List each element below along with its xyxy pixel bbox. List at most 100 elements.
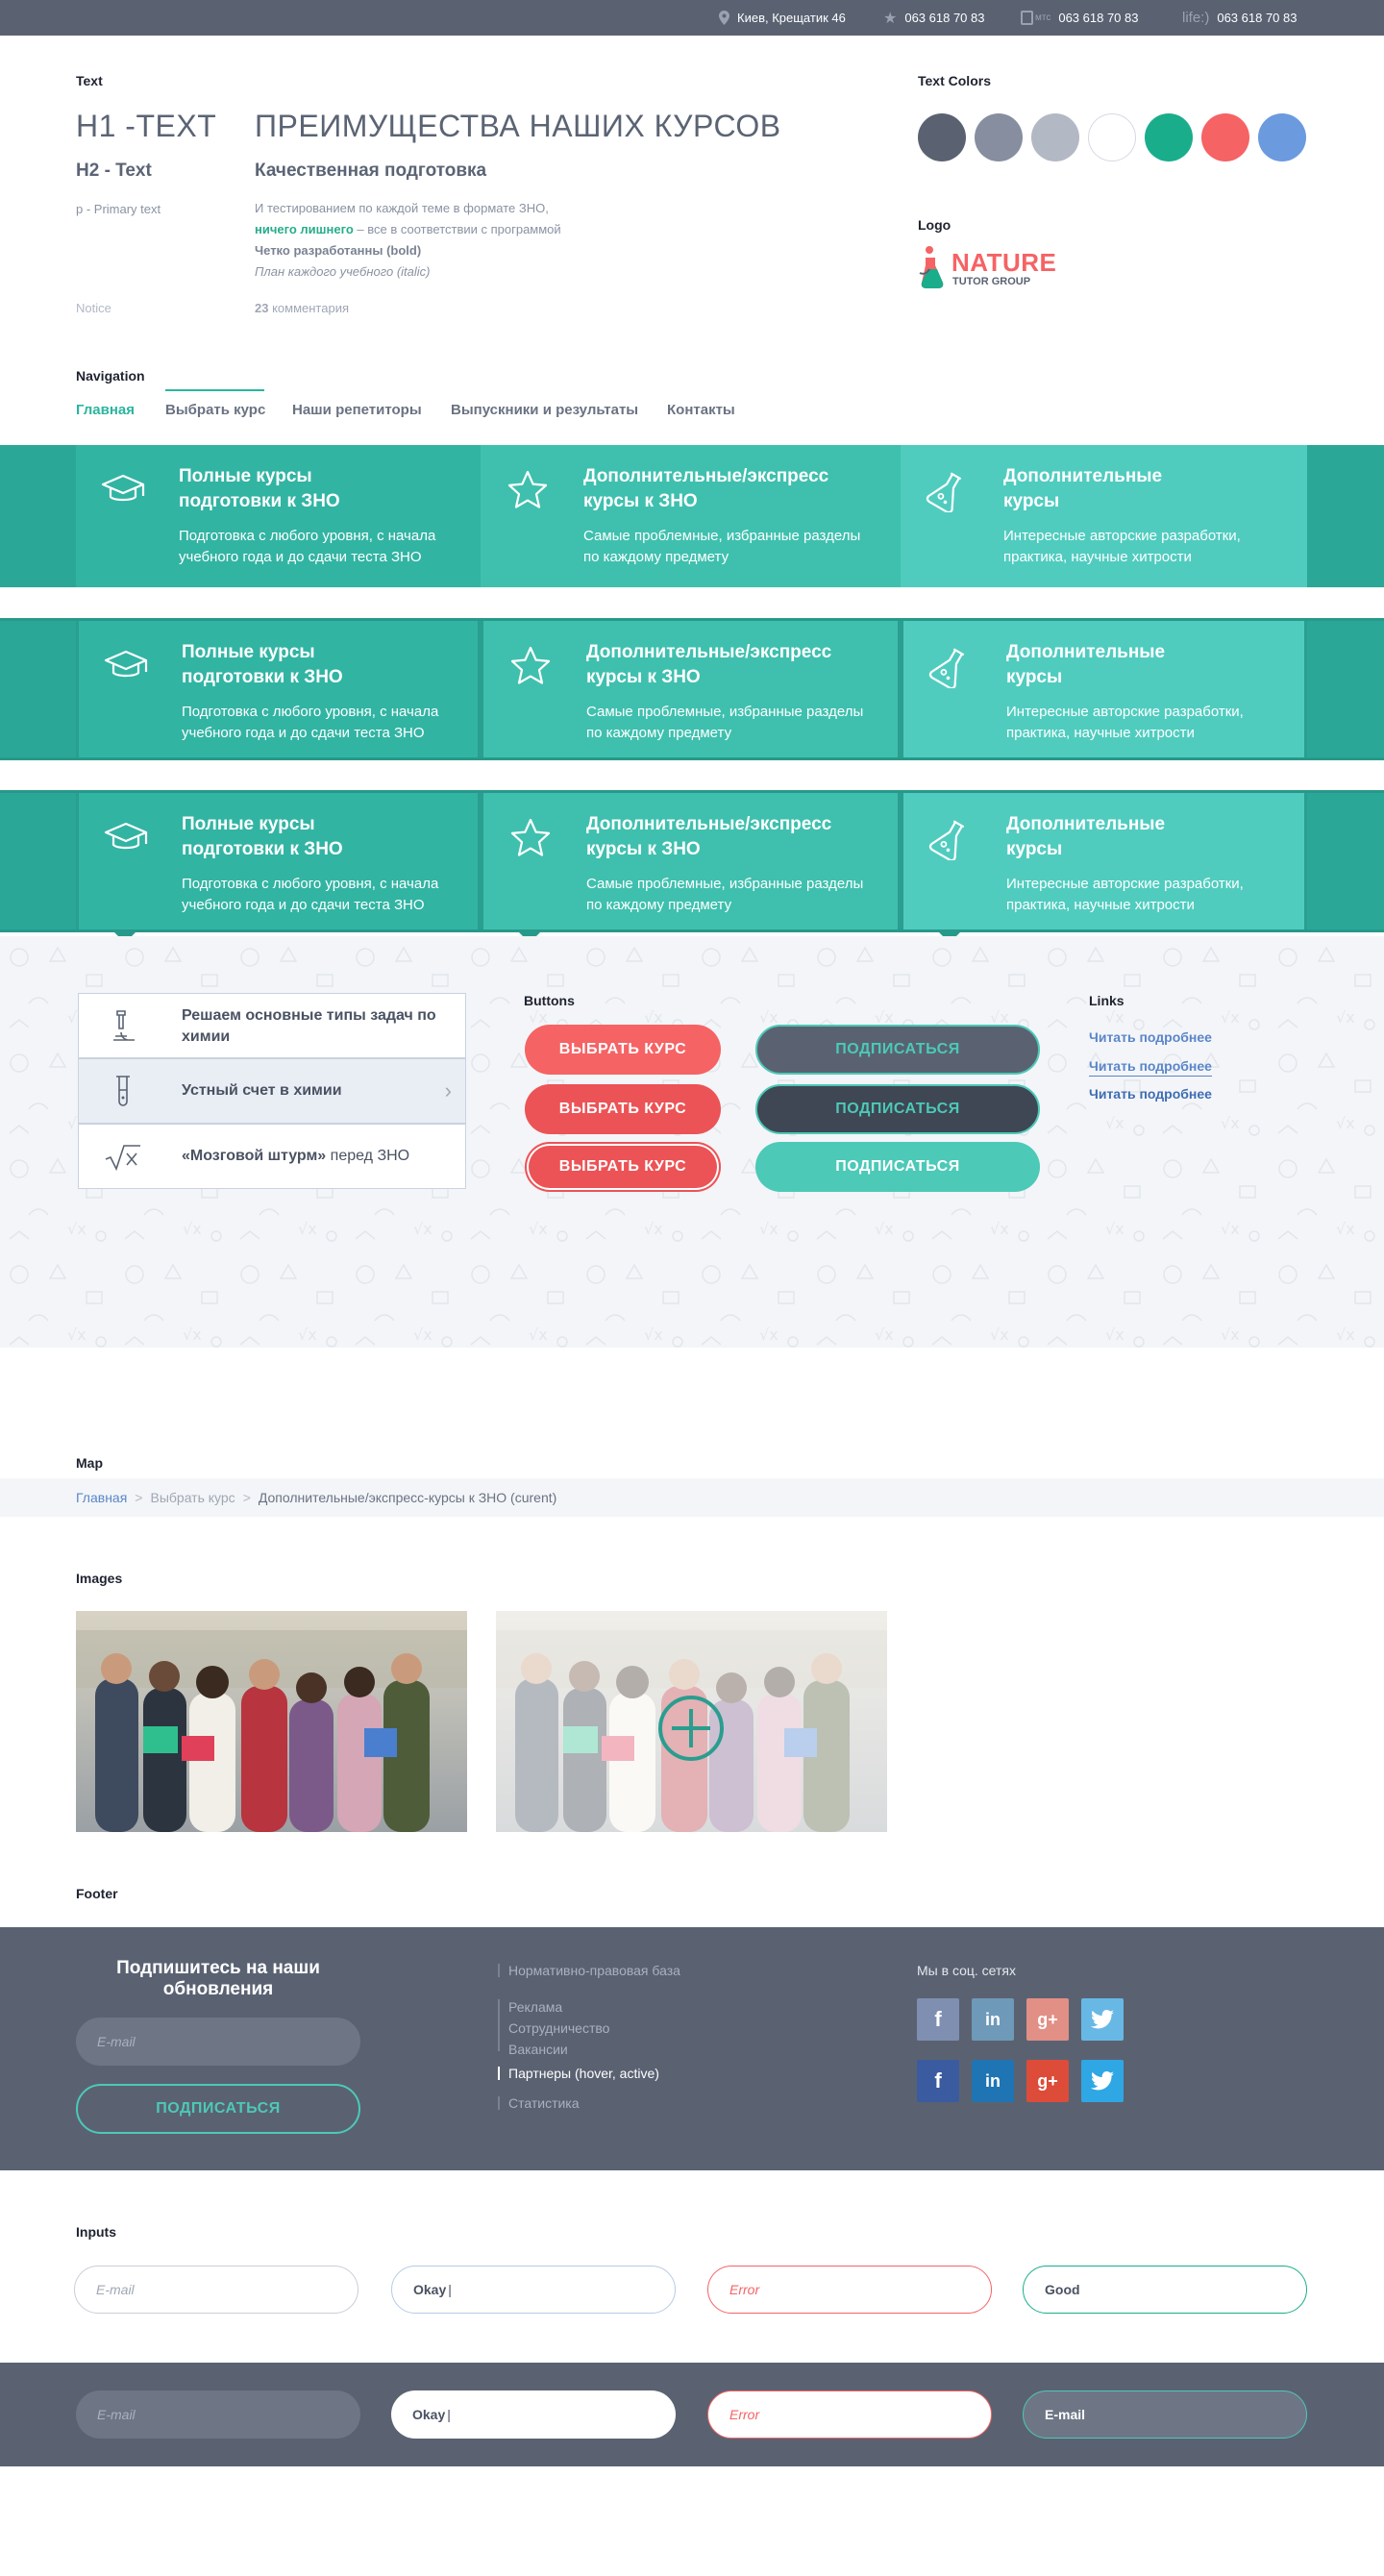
list-item-text: «Мозговой штурм» перед ЗНО: [182, 1146, 409, 1167]
feature-card[interactable]: Полные курсы подготовки к ЗНО Подготовка …: [76, 793, 481, 943]
choose-course-button-active[interactable]: ВЫБРАТЬ КУРС: [525, 1142, 721, 1192]
p-line: И тестированием по каждой теме в формате…: [255, 201, 549, 215]
address-text: Киев, Крещатик 46: [737, 11, 846, 25]
phone-number: 063 618 70 83: [904, 11, 985, 25]
logo-name: NATURE: [952, 248, 1057, 277]
linkedin-icon-active[interactable]: in: [972, 2060, 1014, 2102]
h2-label: H2 - Text: [76, 161, 152, 181]
kyivstar-icon: ★: [883, 10, 898, 27]
students-photo-hover[interactable]: [496, 1611, 887, 1832]
list-item-mental-math[interactable]: Устный счет в химии ›: [78, 1058, 466, 1124]
breadcrumb-home[interactable]: Главная: [76, 1490, 127, 1505]
star-icon: [510, 646, 551, 684]
features-band: Полные курсы подготовки к ЗНО Подготовка …: [0, 790, 1384, 943]
twitter-icon[interactable]: [1081, 1998, 1124, 2041]
feature-card[interactable]: Дополнительные/экспресс курсы к ЗНО Самые…: [481, 621, 901, 757]
footer-link-vacancies[interactable]: Вакансии: [508, 2042, 568, 2057]
feature-card[interactable]: Дополнительные/экспресс курсы к ЗНО Самые…: [481, 793, 901, 943]
google-plus-icon-active[interactable]: g+: [1026, 2060, 1069, 2102]
phone-2[interactable]: мтс 063 618 70 83: [1021, 0, 1138, 36]
footer-email-input[interactable]: E-mail: [76, 2018, 360, 2066]
phone-1[interactable]: ★ 063 618 70 83: [883, 0, 984, 36]
facebook-icon[interactable]: f: [917, 1998, 959, 2041]
footer-subscribe-button[interactable]: ПОДПИСАТЬСЯ: [76, 2084, 360, 2134]
notice-sample: 23 комментария: [255, 301, 349, 315]
feature-card[interactable]: Полные курсы подготовки к ЗНО Подготовка …: [76, 445, 481, 587]
feature-card[interactable]: Дополнительные курсы Интересные авторские…: [901, 445, 1307, 587]
logo-flask-icon: [919, 246, 944, 288]
twitter-bird-icon: [1091, 2010, 1114, 2029]
subscribe-button[interactable]: ПОДПИСАТЬСЯ: [755, 1025, 1040, 1075]
graduation-cap-icon: [104, 822, 148, 850]
p-label: p - Primary text: [76, 202, 161, 216]
nav-item-graduates[interactable]: Выпускники и результаты: [451, 402, 638, 418]
footer: Подпишитесь на наши обновления E-mail ПО…: [0, 1927, 1384, 2170]
p-line-rest: – все в соответствии с программой: [353, 222, 561, 236]
color-swatch: [1031, 113, 1079, 161]
feature-card[interactable]: Дополнительные курсы Интересные авторские…: [901, 793, 1307, 943]
dark-email-input-typing[interactable]: Okay |: [391, 2390, 676, 2439]
flask-icon: [928, 648, 965, 688]
twitter-icon-active[interactable]: [1081, 2060, 1124, 2102]
email-input-typing[interactable]: Okay |: [391, 2266, 676, 2314]
color-swatch: [1258, 113, 1306, 161]
graduation-cap-icon: [104, 650, 148, 678]
choose-course-button[interactable]: ВЫБРАТЬ КУРС: [525, 1025, 721, 1075]
nav-item-tutors[interactable]: Наши репетиторы: [292, 402, 422, 418]
subscribe-title: Подпишитесь на наши обновления: [116, 1958, 320, 1999]
operator-label: мтс: [1035, 12, 1051, 23]
nav-item-contacts[interactable]: Контакты: [667, 402, 735, 418]
linkedin-icon[interactable]: in: [972, 1998, 1014, 2041]
footer-link-cooperation[interactable]: Сотрудничество: [508, 2020, 609, 2036]
feature-title: Дополнительные/экспресс курсы к ЗНО: [586, 814, 832, 859]
dark-email-input-error[interactable]: Error: [707, 2390, 992, 2439]
footer-link-ads[interactable]: Реклама: [508, 1999, 562, 2015]
list-item-brainstorm[interactable]: «Мозговой штурм» перед ЗНО: [78, 1124, 466, 1189]
footer-title: Footer: [76, 1886, 118, 1901]
subscribe-button-hover[interactable]: ПОДПИСАТЬСЯ: [755, 1084, 1040, 1134]
logo[interactable]: NATURE TUTOR GROUP: [918, 240, 1081, 294]
feature-card[interactable]: Полные курсы подготовки к ЗНО Подготовка …: [76, 621, 481, 757]
footer-link-legal[interactable]: Нормативно-правовая база: [508, 1963, 680, 1978]
students-photo[interactable]: [76, 1611, 467, 1832]
footer-link-stats[interactable]: Статистика: [508, 2095, 580, 2111]
star-icon: [507, 470, 548, 508]
graduation-cap-icon: [101, 474, 145, 502]
footer-link-partners[interactable]: Партнеры (hover, active): [508, 2066, 659, 2081]
list-item-task-types[interactable]: Решаем основные типы задач по химии: [78, 993, 466, 1058]
dark-email-input-good[interactable]: E-mail: [1023, 2390, 1307, 2439]
features-band: Полные курсы подготовки к ЗНО Подготовка …: [0, 618, 1384, 760]
phone-3[interactable]: life:) 063 618 70 83: [1182, 0, 1297, 36]
read-more-link[interactable]: Читать подробнее: [1089, 1029, 1212, 1045]
facebook-icon-active[interactable]: f: [917, 2060, 959, 2102]
choose-course-button-hover[interactable]: ВЫБРАТЬ КУРС: [525, 1084, 721, 1134]
feature-card[interactable]: Дополнительные курсы Интересные авторские…: [901, 621, 1307, 757]
email-input-error[interactable]: Error: [707, 2266, 992, 2314]
footer-divider-active: [498, 2067, 500, 2080]
breadcrumb-choose-course[interactable]: Выбрать курс: [150, 1490, 235, 1505]
read-more-link-active[interactable]: Читать подробнее: [1089, 1086, 1212, 1102]
address: Киев, Крещатик 46: [719, 0, 846, 36]
list-item-text: Решаем основные типы задач по химии: [182, 1007, 436, 1045]
notice-text: комментария: [268, 301, 349, 315]
feature-title: Дополнительные курсы: [1006, 642, 1166, 687]
phone-number: 063 618 70 83: [1058, 11, 1139, 25]
nav-item-choose-course[interactable]: Выбрать курс: [165, 402, 265, 418]
nav-item-home[interactable]: Главная: [76, 402, 135, 418]
email-input-good[interactable]: Good: [1023, 2266, 1307, 2314]
google-plus-icon[interactable]: g+: [1026, 1998, 1069, 2041]
breadcrumb-separator: >: [242, 1490, 251, 1505]
map-title: Map: [76, 1455, 103, 1471]
dark-email-input-default[interactable]: E-mail: [76, 2390, 360, 2439]
feature-description: Самые проблемные, избранные разделы по к…: [586, 704, 864, 741]
logo-sub: TUTOR GROUP: [952, 276, 1031, 287]
subscribe-button-active[interactable]: ПОДПИСАТЬСЯ: [755, 1142, 1040, 1192]
color-swatch: [1201, 113, 1249, 161]
read-more-link-hover[interactable]: Читать подробнее: [1089, 1058, 1212, 1077]
operator-label: life:): [1182, 10, 1210, 26]
h2-sample: Качественная подготовка: [255, 161, 487, 181]
p-sample: И тестированием по каждой теме в формате…: [255, 198, 735, 283]
feature-card[interactable]: Дополнительные/экспресс курсы к ЗНО Самые…: [481, 445, 901, 587]
email-input-default[interactable]: E-mail: [74, 2266, 358, 2314]
feature-title: Дополнительные курсы: [1003, 466, 1163, 511]
